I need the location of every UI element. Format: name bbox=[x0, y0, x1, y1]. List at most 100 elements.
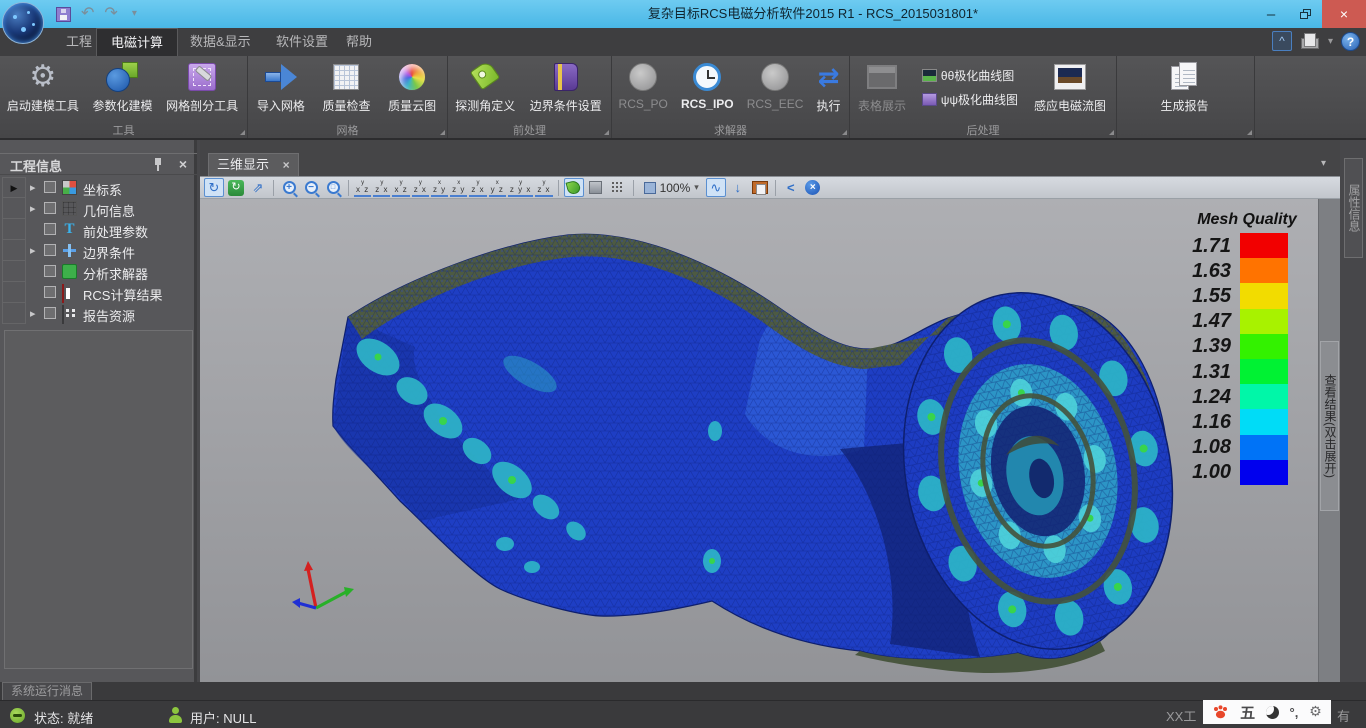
dialog-launcher-icon[interactable] bbox=[842, 130, 847, 135]
dialog-launcher-icon[interactable] bbox=[1247, 130, 1252, 135]
expander-icon[interactable]: ▸ bbox=[30, 181, 36, 194]
import-mesh-button[interactable]: 导入网格 bbox=[257, 57, 305, 114]
view-preset-button-5[interactable]: xz y bbox=[431, 179, 448, 197]
panel-close-icon[interactable]: × bbox=[179, 156, 187, 172]
dialog-launcher-icon[interactable] bbox=[240, 130, 245, 135]
induced-current-map-button[interactable]: 感应电磁流图 bbox=[1034, 57, 1106, 114]
rcs-ipo-button[interactable]: RCS_IPO bbox=[681, 57, 734, 111]
boundary-condition-button[interactable]: 边界条件设置 bbox=[530, 57, 602, 114]
viewport-tab-close-icon[interactable]: × bbox=[283, 158, 290, 172]
dialog-launcher-icon[interactable] bbox=[440, 130, 445, 135]
help-icon[interactable]: ? bbox=[1341, 32, 1360, 51]
tab-data-display[interactable]: 数据&显示 bbox=[176, 28, 265, 56]
system-message-tab[interactable]: 系统运行消息 bbox=[2, 682, 92, 700]
tree-item-analysis-solver[interactable]: 分析求解器 bbox=[0, 261, 197, 282]
undo-icon[interactable]: ↶ bbox=[81, 5, 94, 23]
expander-icon[interactable]: ▸ bbox=[30, 307, 36, 320]
viewport-tab-3d[interactable]: 三维显示 × bbox=[208, 153, 299, 176]
tab-help[interactable]: 帮助 bbox=[332, 28, 386, 56]
checkbox[interactable] bbox=[44, 307, 56, 319]
tree-item-report-resources[interactable]: ▸ 报告资源 bbox=[0, 303, 197, 324]
smooth-shade-button[interactable] bbox=[564, 178, 584, 197]
ribbon-group-preprocess: 探测角定义 边界条件设置 前处理 bbox=[448, 56, 612, 138]
save-icon[interactable] bbox=[56, 7, 71, 22]
window-controls: – × bbox=[1254, 0, 1366, 28]
tree-item-boundary-conditions[interactable]: ▸ 边界条件 bbox=[0, 240, 197, 261]
app-logo[interactable] bbox=[2, 2, 44, 44]
tree-item-coordinate-system[interactable]: ▶ ▸ 坐标系 bbox=[0, 177, 197, 198]
viewport-tab-list-icon[interactable]: ▾ bbox=[1321, 158, 1326, 169]
checkbox[interactable] bbox=[44, 202, 56, 214]
ime-wubi-icon[interactable]: 五 bbox=[1240, 702, 1255, 723]
dialog-launcher-icon[interactable] bbox=[1109, 130, 1114, 135]
view-preset-button-1[interactable]: yx z bbox=[354, 179, 371, 197]
user-icon bbox=[168, 707, 182, 723]
toolbar-separator bbox=[558, 180, 559, 196]
checkbox[interactable] bbox=[44, 265, 56, 277]
theta-polarization-curve-button[interactable]: θθ极化曲线图 bbox=[922, 67, 1018, 84]
psi-polarization-curve-button[interactable]: ψψ极化曲线图 bbox=[922, 91, 1018, 108]
ime-gear-icon[interactable]: ⚙ bbox=[1309, 704, 1322, 720]
expander-icon[interactable]: ▸ bbox=[30, 244, 36, 257]
launch-modeling-tool-button[interactable]: ⚙ 启动建模工具 bbox=[7, 57, 79, 114]
probe-angle-button[interactable]: 探测角定义 bbox=[455, 57, 515, 114]
clear-view-button[interactable]: × bbox=[803, 178, 823, 197]
view-preset-button-3[interactable]: yx z bbox=[392, 179, 409, 197]
checkbox[interactable] bbox=[44, 286, 56, 298]
tree-item-geometry-info[interactable]: ▸ 几何信息 bbox=[0, 198, 197, 219]
tab-em-compute[interactable]: 电磁计算 bbox=[96, 28, 178, 56]
redo-icon[interactable]: ↷ bbox=[104, 5, 117, 23]
minimize-button[interactable]: – bbox=[1254, 0, 1288, 28]
checkbox[interactable] bbox=[44, 244, 56, 256]
curve-display-button[interactable]: ∿ bbox=[706, 178, 726, 197]
tree-item-rcs-results[interactable]: RCS计算结果 bbox=[0, 282, 197, 303]
pan-view-button[interactable]: ⇗ bbox=[248, 178, 268, 197]
ribbon-group-report: 生成报告 bbox=[1117, 56, 1255, 138]
view-preset-button-8[interactable]: xy z bbox=[489, 179, 506, 197]
tab-settings[interactable]: 软件设置 bbox=[262, 28, 342, 56]
zoom-fit-button[interactable]: □ bbox=[323, 178, 343, 197]
property-info-tab[interactable]: 属性信息 bbox=[1344, 158, 1363, 258]
parametric-modeling-button[interactable]: 参数化建模 bbox=[92, 57, 152, 114]
tree-item-preprocess-params[interactable]: T 前处理参数 bbox=[0, 219, 197, 240]
ime-paw-icon[interactable] bbox=[1212, 704, 1229, 720]
view-results-tab[interactable]: 查看结果(双击展开) bbox=[1320, 341, 1339, 511]
close-button[interactable]: × bbox=[1322, 0, 1366, 28]
row-gutter: ▶ bbox=[2, 177, 26, 198]
quick-access-dropdown-icon[interactable]: ▾ bbox=[132, 5, 137, 23]
execute-button[interactable]: ⇄ 执行 bbox=[816, 57, 840, 114]
view-preset-button-4[interactable]: yz x bbox=[412, 179, 429, 197]
refresh-view-button[interactable]: ↻ bbox=[226, 178, 246, 197]
view-preset-button-7[interactable]: yz x bbox=[469, 179, 486, 197]
view-preset-button-10[interactable]: yz x bbox=[535, 179, 552, 197]
dialog-launcher-icon[interactable] bbox=[604, 130, 609, 135]
rcs-po-button: RCS_PO bbox=[619, 57, 668, 111]
ime-punctuation-icon[interactable]: °, bbox=[1290, 705, 1299, 720]
collapse-ribbon-icon[interactable]: ^ bbox=[1272, 31, 1292, 51]
3d-canvas[interactable]: Mesh Quality 1.71 1.63 1.55 1.47 1.39 1.… bbox=[200, 199, 1318, 682]
share-button[interactable]: < bbox=[781, 178, 801, 197]
copy-view-button[interactable] bbox=[750, 178, 770, 197]
restore-button[interactable] bbox=[1288, 0, 1322, 28]
expander-icon[interactable]: ▸ bbox=[30, 202, 36, 215]
generate-report-button[interactable]: 生成报告 bbox=[1160, 57, 1208, 114]
print-dropdown-icon[interactable]: ▾ bbox=[1328, 36, 1333, 47]
flat-shade-button[interactable] bbox=[586, 178, 606, 197]
view-preset-button-9[interactable]: yz y x bbox=[508, 179, 533, 197]
wireframe-button[interactable] bbox=[608, 178, 628, 197]
view-preset-button-2[interactable]: yz x bbox=[373, 179, 390, 197]
rotate-view-button[interactable]: ↻ bbox=[204, 178, 224, 197]
zoom-level-select[interactable]: 100% ▾ bbox=[639, 178, 704, 197]
quality-check-button[interactable]: 质量检查 bbox=[322, 57, 370, 114]
print-icon[interactable] bbox=[1300, 32, 1320, 50]
checkbox[interactable] bbox=[44, 181, 56, 193]
checkbox[interactable] bbox=[44, 223, 56, 235]
zoom-out-button[interactable]: − bbox=[301, 178, 321, 197]
view-preset-button-6[interactable]: xz y bbox=[450, 179, 467, 197]
zoom-in-button[interactable]: + bbox=[279, 178, 299, 197]
pin-icon[interactable] bbox=[153, 158, 163, 171]
ime-moon-icon[interactable] bbox=[1266, 706, 1279, 719]
export-down-button[interactable]: ↓ bbox=[728, 178, 748, 197]
mesh-partition-tool-button[interactable]: 网格剖分工具 bbox=[166, 57, 238, 114]
quality-cloud-button[interactable]: 质量云图 bbox=[388, 57, 436, 114]
